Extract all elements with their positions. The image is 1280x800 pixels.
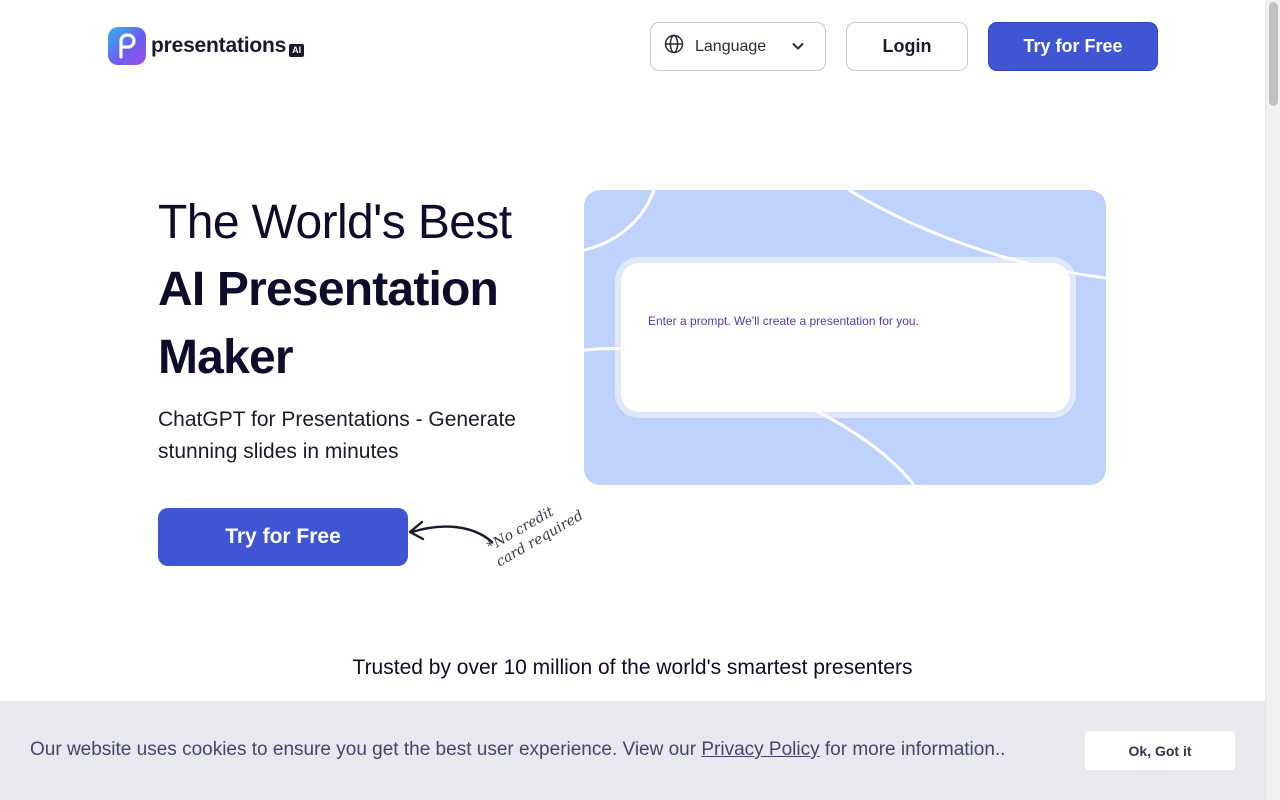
logo-text: presentations bbox=[151, 34, 287, 57]
hero-title-line-3: Maker bbox=[158, 331, 294, 384]
logo-ai-badge: AI bbox=[289, 43, 305, 57]
cookie-text-before: Our website uses cookies to ensure you g… bbox=[30, 739, 702, 760]
hero-subtitle: ChatGPT for Presentations - Generate stu… bbox=[158, 408, 516, 463]
logo[interactable]: presentations AI bbox=[108, 27, 305, 65]
logo-mark-icon bbox=[108, 27, 146, 65]
cookie-text-after: for more information.. bbox=[819, 739, 1006, 760]
scrollbar-thumb[interactable] bbox=[1269, 2, 1278, 106]
page-scrollbar[interactable] bbox=[1265, 0, 1280, 800]
cookie-ok-button[interactable]: Ok, Got it bbox=[1085, 731, 1235, 770]
language-label: Language bbox=[695, 37, 767, 55]
no-credit-card-note: *No credit card required bbox=[484, 491, 587, 571]
site-header: presentations AI Language Login Try for … bbox=[0, 0, 1265, 92]
hand-drawn-arrow-icon bbox=[404, 516, 496, 551]
cookie-banner: Our website uses cookies to ensure you g… bbox=[0, 701, 1265, 800]
try-for-free-header-button[interactable]: Try for Free bbox=[988, 22, 1158, 71]
chevron-down-icon bbox=[791, 39, 805, 58]
language-dropdown[interactable]: Language bbox=[650, 22, 826, 71]
hero-title-line-1: The World's Best bbox=[158, 196, 512, 249]
globe-icon bbox=[664, 34, 684, 59]
privacy-policy-link[interactable]: Privacy Policy bbox=[701, 739, 819, 760]
login-button[interactable]: Login bbox=[846, 22, 968, 71]
hero-title-line-2: AI Presentation bbox=[158, 263, 499, 316]
trusted-by-text: Trusted by over 10 million of the world'… bbox=[352, 656, 913, 679]
prompt-placeholder: Enter a prompt. We'll create a presentat… bbox=[648, 314, 919, 328]
cookie-text: Our website uses cookies to ensure you g… bbox=[30, 739, 1005, 761]
prompt-input[interactable]: Enter a prompt. We'll create a presentat… bbox=[621, 263, 1070, 412]
try-for-free-hero-button[interactable]: Try for Free bbox=[158, 508, 408, 566]
prompt-card: Enter a prompt. We'll create a presentat… bbox=[584, 190, 1106, 485]
